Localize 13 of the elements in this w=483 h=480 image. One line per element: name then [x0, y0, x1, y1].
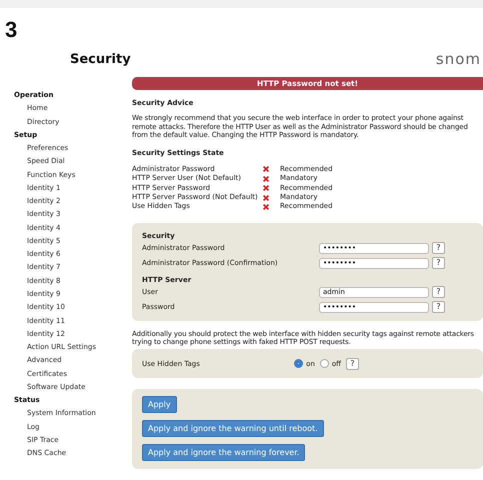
page-number: 3: [5, 18, 18, 42]
apply-button[interactable]: Apply: [142, 396, 177, 413]
radio-button[interactable]: [320, 359, 329, 368]
help-button[interactable]: ?: [432, 242, 445, 254]
logo: snom: [436, 50, 481, 68]
help-button[interactable]: ?: [432, 286, 445, 298]
apply-button[interactable]: Apply and ignore the warning forever.: [142, 444, 306, 461]
help-button[interactable]: ?: [346, 358, 359, 370]
radio-button[interactable]: [294, 359, 304, 368]
page-title: Security: [70, 52, 131, 66]
help-button[interactable]: ?: [432, 257, 445, 270]
apply-button[interactable]: Apply and ignore the warning until reboot.: [142, 420, 324, 437]
help-button[interactable]: ?: [432, 301, 445, 314]
